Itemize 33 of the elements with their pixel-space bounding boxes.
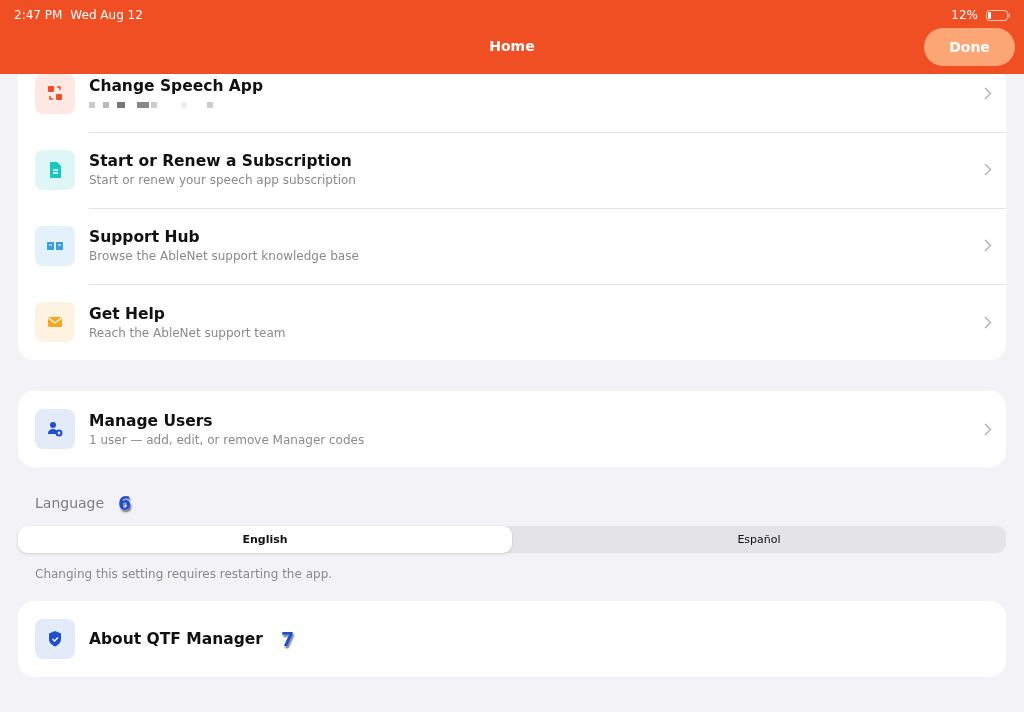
- status-date: Wed Aug 12: [70, 8, 143, 22]
- row-subtitle: Browse the AbleNet support knowledge base: [89, 249, 360, 263]
- row-title: Support Hub: [89, 228, 201, 246]
- status-time: 2:47 PM: [14, 8, 63, 22]
- row-title: Change Speech App: [89, 77, 264, 95]
- row-title: Get Help: [89, 304, 166, 323]
- settings-row[interactable]: Support Hub Browse the AbleNet support knowledge base: [18, 208, 1006, 284]
- row-subtitle: Start or renew your speech app subscription: [89, 173, 357, 187]
- settings-row[interactable]: Manage Users 1 user — add, edit, or remove Manager codes: [18, 391, 1006, 467]
- chevron-icon: [984, 163, 992, 176]
- settings-row[interactable]: Get Help Reach the AbleNet support team: [18, 284, 1006, 360]
- hint-text: Changing this setting requires restarting the app.: [34, 566, 334, 583]
- battery-icon: [986, 9, 1010, 21]
- segment-option[interactable]: English: [18, 526, 512, 553]
- annotation-number: 6: [118, 492, 132, 514]
- row-title: About QTF Manager: [89, 630, 263, 648]
- annotation-number: 7: [280, 628, 295, 650]
- row-subtitle: 1 user — add, edit, or remove Manager codes: [89, 432, 366, 447]
- row-subtitle: Reach the AbleNet support team: [89, 325, 287, 340]
- row-title: Start or Renew a Subscription: [89, 152, 353, 170]
- chevron-icon: [984, 422, 992, 436]
- add-user-icon: [45, 419, 65, 439]
- chevron-icon: [984, 315, 992, 329]
- battery-percent: 12%: [951, 8, 978, 22]
- settings-row[interactable]: About QTF Manager 7: [18, 601, 1006, 677]
- chevron-icon: [984, 87, 992, 100]
- row-title: Manage Users: [89, 411, 214, 430]
- settings-row[interactable]: Change Speech App: [18, 74, 1006, 132]
- segment-option[interactable]: Español: [512, 526, 1006, 553]
- nav-title: Home: [489, 38, 535, 54]
- section-label: Language: [35, 495, 105, 511]
- chevron-icon: [984, 239, 992, 252]
- settings-row[interactable]: Start or Renew a Subscription Start or renew your speech app subscription: [18, 132, 1006, 208]
